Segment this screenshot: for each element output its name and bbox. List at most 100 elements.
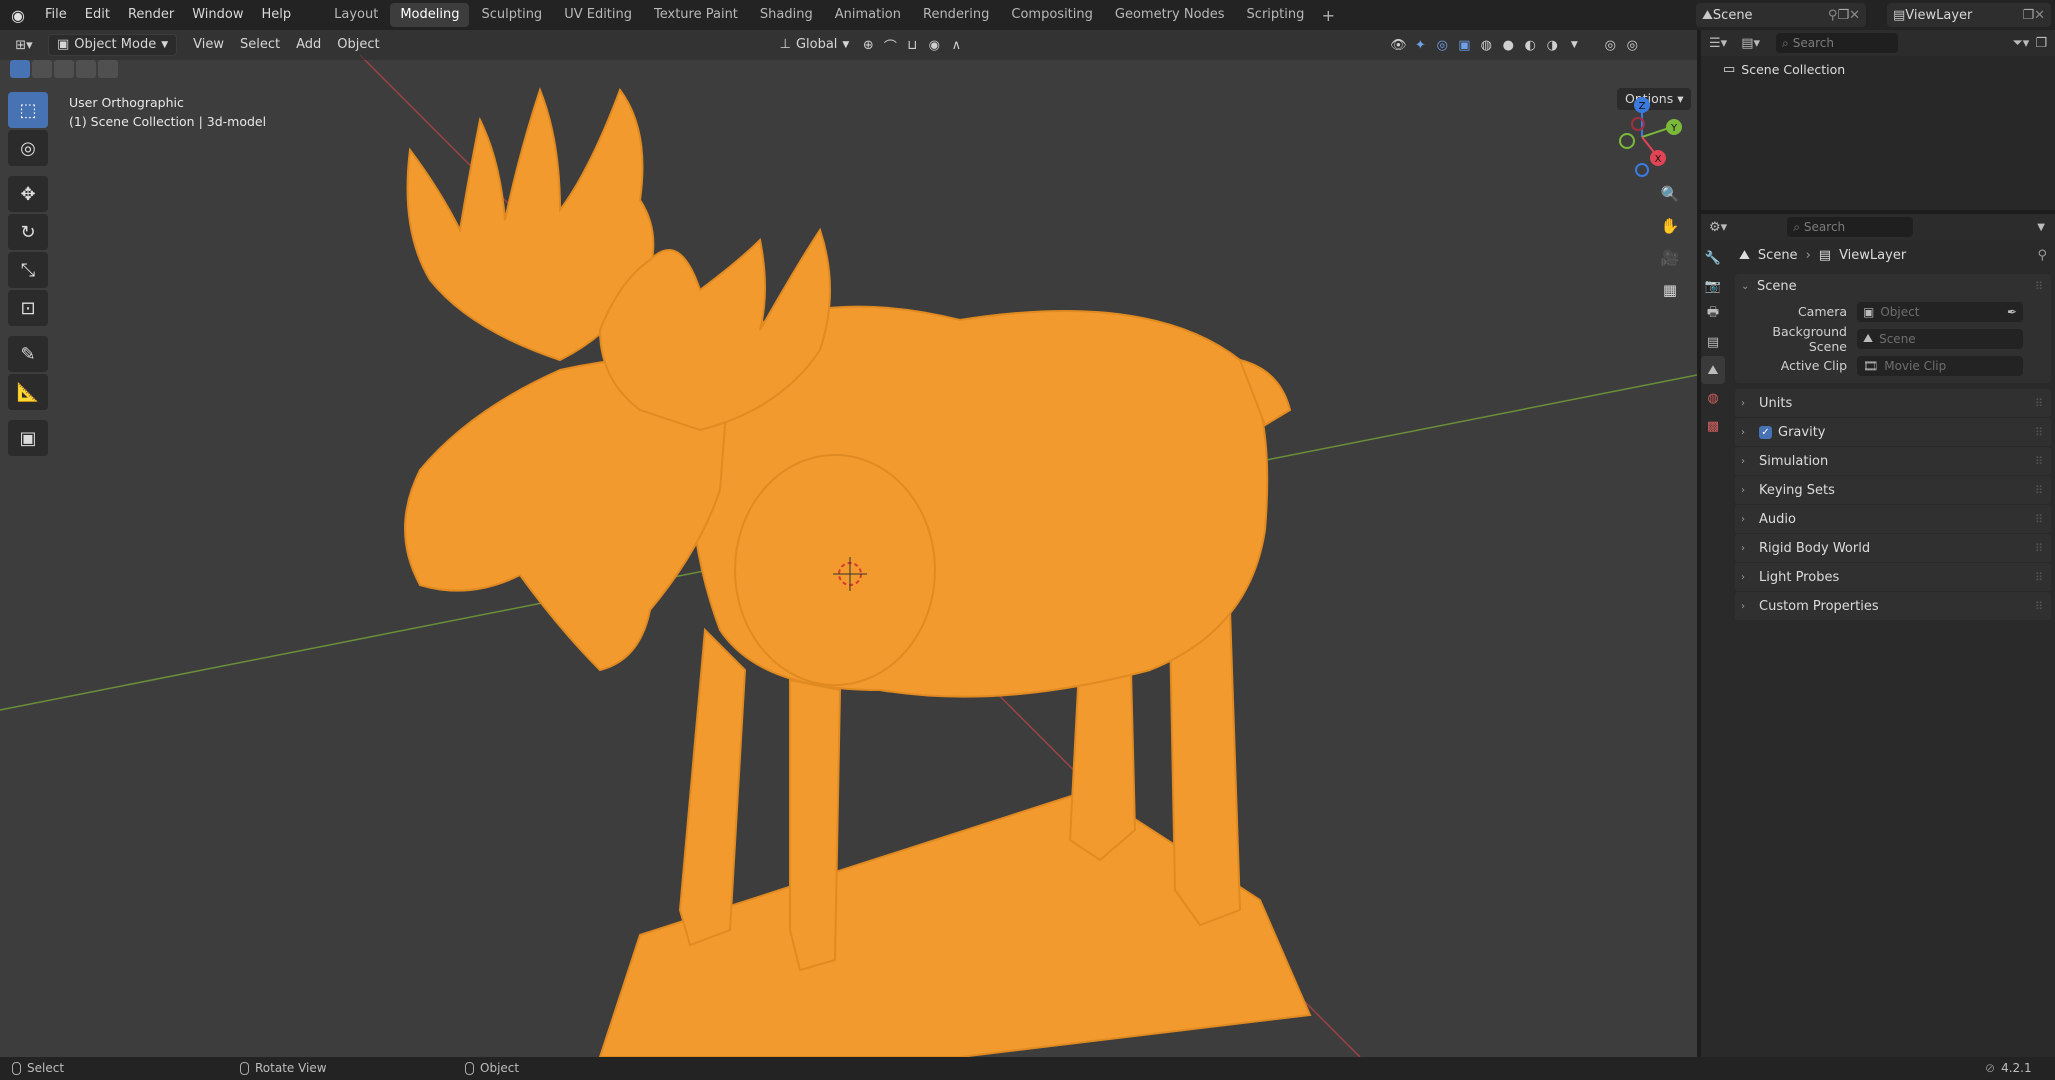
tab-scripting[interactable]: Scripting	[1237, 3, 1315, 27]
output-tab-icon[interactable]: 🖶	[1701, 300, 1725, 328]
drag-handle-icon[interactable]: ⠿	[2035, 280, 2043, 293]
active-clip-field[interactable]: 🎞 Movie Clip	[1857, 355, 2023, 376]
drag-handle-icon[interactable]: ⠿	[2035, 484, 2043, 497]
viewport-canvas[interactable]	[0, 30, 1697, 1057]
proportional-edit-icon[interactable]: ◉	[923, 34, 945, 56]
tool-tab-icon[interactable]: 🔧	[1701, 244, 1725, 272]
scale-tool-icon[interactable]: ⤡	[8, 252, 48, 288]
outliner-search-input[interactable]: ⌕ Search	[1776, 33, 1898, 53]
select-new-icon[interactable]	[10, 60, 30, 78]
camera-view-icon[interactable]: 🎥	[1656, 244, 1684, 272]
3d-viewport[interactable]: ⊞▾ ▣ Object Mode ▼ View Select Add Objec…	[0, 30, 1697, 1057]
annotate-tool-icon[interactable]: ✎	[8, 336, 48, 372]
rendered-shading-icon[interactable]: ◑	[1541, 34, 1563, 56]
drag-handle-icon[interactable]: ⠿	[2035, 397, 2043, 410]
view-layer-selector[interactable]: ▤ ViewLayer ❐ ✕	[1887, 3, 2051, 27]
falloff-icon[interactable]: ∧	[945, 34, 967, 56]
new-collection-icon[interactable]: ❐	[2035, 36, 2047, 51]
solid-shading-icon[interactable]: ●	[1497, 34, 1519, 56]
tab-sculpting[interactable]: Sculpting	[471, 3, 552, 27]
gravity-checkbox[interactable]: ✓	[1759, 425, 1772, 439]
select-intersect-icon[interactable]	[98, 60, 118, 78]
new-view-layer-icon[interactable]: ❐	[2022, 8, 2034, 23]
tab-rendering[interactable]: Rendering	[913, 3, 999, 27]
xray-toggle-icon[interactable]: ▣	[1453, 34, 1475, 56]
blender-logo-icon[interactable]: ◉	[0, 0, 36, 30]
menu-file[interactable]: File	[36, 0, 76, 30]
close-icon[interactable]: ✕	[2034, 8, 2045, 23]
menu-window[interactable]: Window	[183, 0, 252, 30]
outliner-editor-icon[interactable]: ☰▾	[1709, 36, 1727, 51]
drag-handle-icon[interactable]: ⠿	[2035, 542, 2043, 555]
menu-render[interactable]: Render	[119, 0, 183, 30]
menu-add[interactable]: Add	[288, 34, 329, 56]
visibility-icon[interactable]: 👁	[1387, 34, 1409, 56]
drag-handle-icon[interactable]: ⠿	[2035, 571, 2043, 584]
perspective-grid-icon[interactable]: ▦	[1656, 276, 1684, 304]
menu-object[interactable]: Object	[329, 34, 387, 56]
add-cube-tool-icon[interactable]: ▣	[8, 420, 48, 456]
tab-texture-paint[interactable]: Texture Paint	[644, 3, 748, 27]
close-icon[interactable]: ✕	[1849, 8, 1860, 23]
filter-icon[interactable]: ⏷▾	[2012, 36, 2029, 51]
pin-icon[interactable]: ⚲	[2037, 248, 2047, 263]
rotate-tool-icon[interactable]: ↻	[8, 214, 48, 250]
add-workspace-button[interactable]: +	[1316, 6, 1340, 25]
scene-selector[interactable]: ⛰ Scene ⚲ ❐ ✕	[1696, 3, 1866, 27]
tab-modeling[interactable]: Modeling	[390, 3, 470, 27]
render-region-icon[interactable]: ◎	[1599, 34, 1621, 56]
menu-select[interactable]: Select	[232, 34, 288, 56]
menu-view[interactable]: View	[185, 34, 232, 56]
panel-units[interactable]: › Units ⠿	[1735, 389, 2051, 418]
camera-field[interactable]: ▣ Object ✒	[1857, 301, 2023, 322]
panel-keying-sets[interactable]: › Keying Sets ⠿	[1735, 476, 2051, 505]
pivot-point-icon[interactable]: ⊕	[857, 34, 879, 56]
editor-type-icon[interactable]: ⊞▾	[8, 34, 40, 56]
select-extend-icon[interactable]	[32, 60, 52, 78]
move-tool-icon[interactable]: ✥	[8, 176, 48, 212]
overlay-toggle-icon[interactable]: ◎	[1431, 34, 1453, 56]
view-layer-tab-icon[interactable]: ▤	[1701, 328, 1725, 356]
panel-custom-properties[interactable]: › Custom Properties ⠿	[1735, 592, 2051, 621]
select-box-tool-icon[interactable]: ⬚	[8, 92, 48, 128]
material-shading-icon[interactable]: ◐	[1519, 34, 1541, 56]
scene-section-header[interactable]: ⌄ Scene ⠿	[1735, 274, 2051, 298]
navigation-gizmo[interactable]: Z Y X	[1597, 92, 1687, 182]
measure-tool-icon[interactable]: 📐	[8, 374, 48, 410]
new-scene-icon[interactable]: ❐	[1837, 8, 1849, 23]
mode-dropdown[interactable]: ▣ Object Mode ▼	[48, 34, 178, 56]
select-invert-icon[interactable]	[76, 60, 96, 78]
panel-light-probes[interactable]: › Light Probes ⠿	[1735, 563, 2051, 592]
world-tab-icon[interactable]: ◍	[1701, 384, 1725, 412]
drag-handle-icon[interactable]: ⠿	[2035, 513, 2043, 526]
camera-toggle-icon[interactable]: ◎	[1621, 34, 1643, 56]
properties-editor-icon[interactable]: ⚙▾	[1709, 220, 1727, 235]
tab-animation[interactable]: Animation	[825, 3, 911, 27]
scene-tab-icon[interactable]: ⛰	[1701, 356, 1725, 384]
pan-hand-icon[interactable]: ✋	[1656, 212, 1684, 240]
tab-layout[interactable]: Layout	[324, 3, 388, 27]
panel-rigid-body-world[interactable]: › Rigid Body World ⠿	[1735, 534, 2051, 563]
select-subtract-icon[interactable]	[54, 60, 74, 78]
render-tab-icon[interactable]: 📷	[1701, 272, 1725, 300]
panel-audio[interactable]: › Audio ⠿	[1735, 505, 2051, 534]
display-mode-icon[interactable]: ▤▾	[1741, 36, 1760, 51]
wireframe-shading-icon[interactable]: ◍	[1475, 34, 1497, 56]
transform-orientation-dropdown[interactable]: ⊥ Global ▼	[772, 34, 858, 56]
gizmo-neg-y[interactable]	[1619, 133, 1635, 149]
gizmo-toggle-icon[interactable]: ✦	[1409, 34, 1431, 56]
panel-gravity[interactable]: › ✓ Gravity ⠿	[1735, 418, 2051, 447]
shading-options-icon[interactable]: ▼	[1563, 34, 1585, 56]
eyedropper-icon[interactable]: ✒	[2007, 305, 2017, 319]
texture-tab-icon[interactable]: ▩	[1701, 412, 1725, 440]
cursor-tool-icon[interactable]: ◎	[8, 130, 48, 166]
background-scene-field[interactable]: ⛰ Scene	[1857, 328, 2023, 349]
transform-tool-icon[interactable]: ⊡	[8, 290, 48, 326]
tab-compositing[interactable]: Compositing	[1001, 3, 1103, 27]
zoom-icon[interactable]: 🔍	[1656, 180, 1684, 208]
tab-shading[interactable]: Shading	[750, 3, 823, 27]
snap-target-icon[interactable]: ⊔	[901, 34, 923, 56]
chevron-down-icon[interactable]: ▼	[2037, 222, 2045, 233]
drag-handle-icon[interactable]: ⠿	[2035, 600, 2043, 613]
drag-handle-icon[interactable]: ⠿	[2035, 455, 2043, 468]
